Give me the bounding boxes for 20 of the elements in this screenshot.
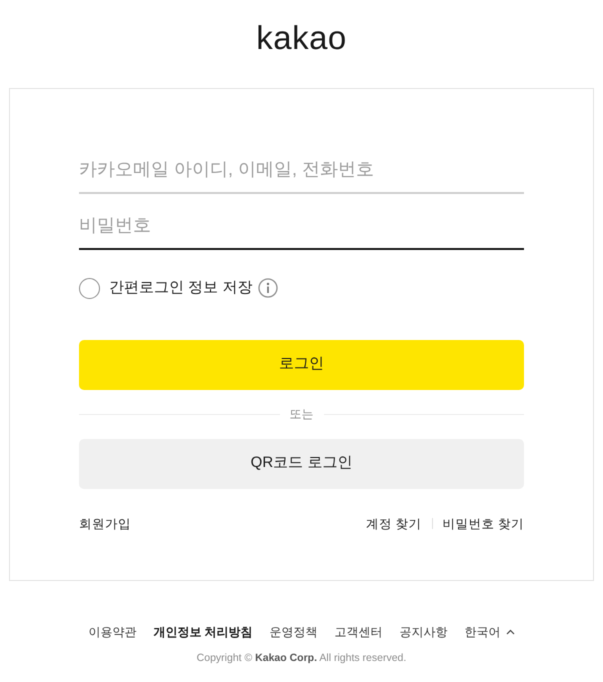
copyright-text: Copyright © Kakao Corp. All rights reserved.: [196, 651, 406, 666]
remember-checkbox[interactable]: [79, 278, 100, 299]
signup-link[interactable]: 회원가입: [79, 514, 131, 534]
footer-link[interactable]: 공지사항: [400, 623, 448, 641]
footer-link[interactable]: 개인정보 처리방침: [153, 623, 253, 641]
kakao-logo: kakao: [256, 20, 347, 54]
remember-label: 간편로그인 정보 저장: [109, 278, 252, 298]
find-password-link[interactable]: 비밀번호 찾기: [442, 514, 524, 534]
footer-link[interactable]: 운영정책: [270, 623, 318, 641]
divider-label: 또는: [288, 406, 314, 423]
footer-link[interactable]: 이용약관: [88, 623, 136, 641]
caret-up-icon: [506, 629, 515, 635]
password-field[interactable]: 비밀번호: [79, 204, 524, 250]
language-selector[interactable]: 한국어: [464, 623, 515, 641]
qr-login-button[interactable]: QR코드 로그인: [79, 438, 524, 488]
id-field[interactable]: 카카오메일 아이디, 이메일, 전화번호: [79, 148, 524, 194]
info-icon[interactable]: [258, 278, 278, 298]
login-button[interactable]: 로그인: [79, 340, 524, 390]
find-account-link[interactable]: 계정 찾기: [366, 514, 422, 534]
footer-link[interactable]: 고객센터: [334, 623, 383, 641]
